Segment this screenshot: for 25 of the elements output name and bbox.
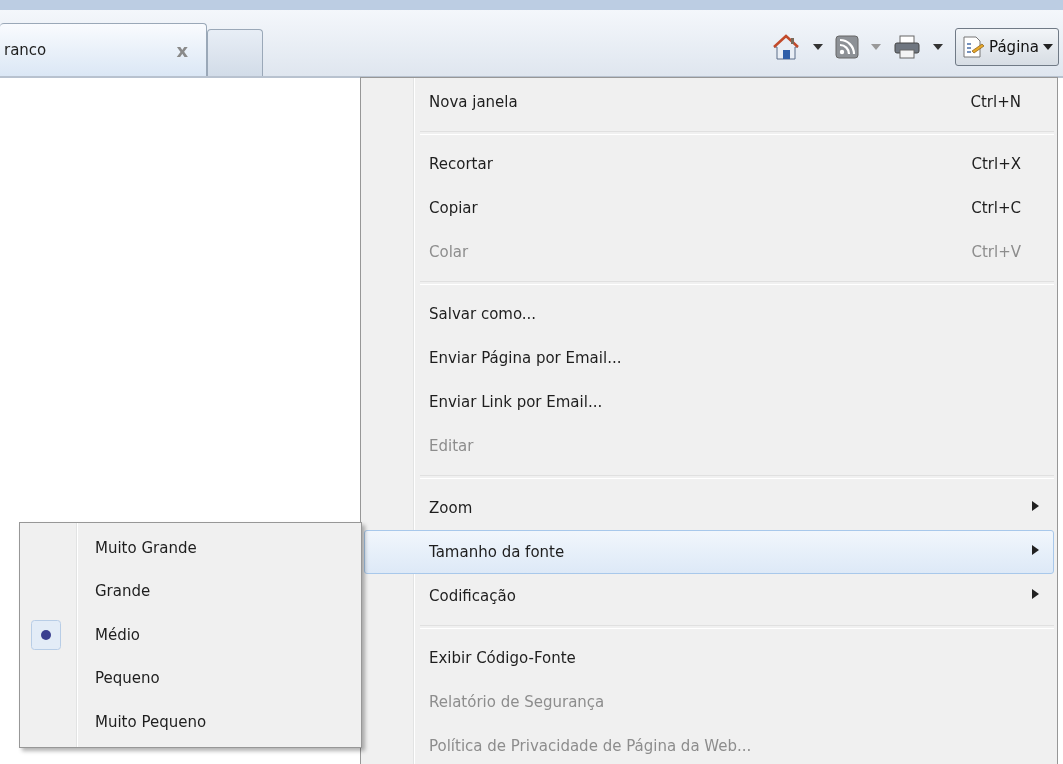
menu-item[interactable]: Médio [23,613,358,657]
menu-item[interactable]: Tamanho da fonte [364,530,1054,574]
caret-icon [1043,43,1053,51]
menu-item[interactable]: Muito Grande [23,526,358,570]
page-icon [961,35,986,59]
menu-item[interactable]: Muito Pequeno [23,700,358,744]
caret-icon[interactable] [813,43,824,51]
menu-item[interactable]: Pequeno [23,656,358,700]
feed-icon[interactable] [835,35,860,59]
menu-item[interactable]: Enviar Página por Email... [364,336,1054,380]
menu-item[interactable]: Grande [23,569,358,613]
caret-icon[interactable] [933,43,944,51]
home-icon[interactable] [771,33,802,61]
menu-item[interactable]: Copiar Ctrl+C [364,186,1054,230]
page-menu-button[interactable]: Página [955,28,1059,66]
menu-item[interactable]: Exibir Código-Fonte [364,636,1054,680]
menu-item[interactable]: Enviar Link por Email... [364,380,1054,424]
menu-item[interactable]: Recortar Ctrl+X [364,142,1054,186]
menu-item[interactable]: Codificação [364,574,1054,618]
tab-title: ranco [4,41,47,59]
menu-item[interactable]: Nova janela Ctrl+N [364,80,1054,124]
browser-tab[interactable]: ranco x [0,23,207,76]
menu-item[interactable]: Zoom [364,486,1054,530]
printer-icon[interactable] [893,35,922,59]
menu-item[interactable]: Salvar como... [364,292,1054,336]
